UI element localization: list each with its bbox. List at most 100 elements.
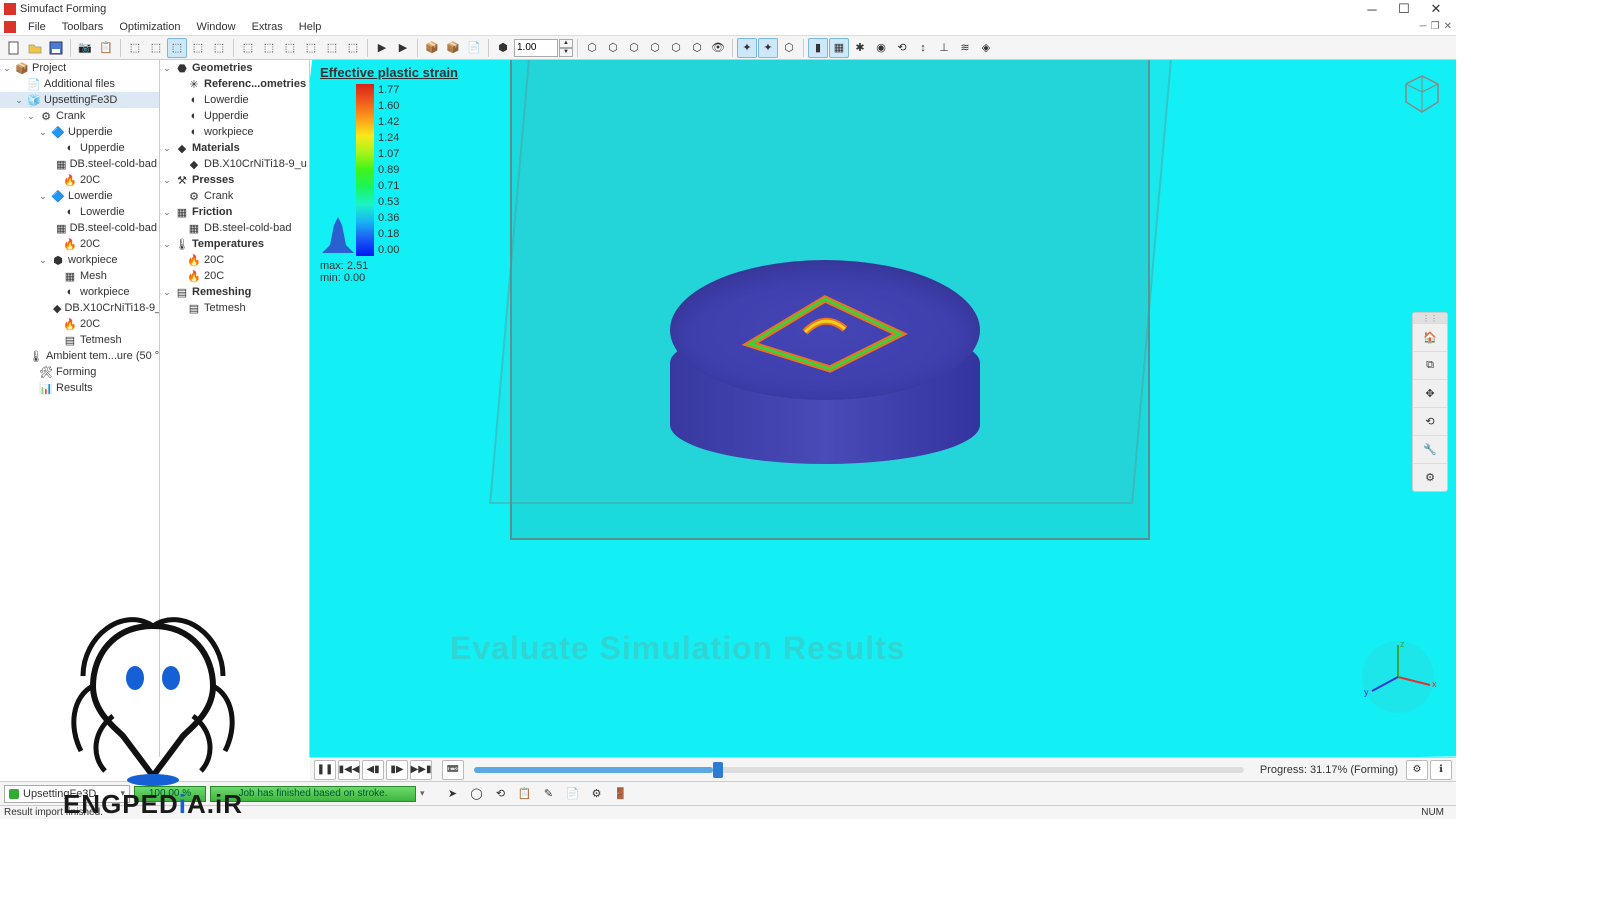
close-button[interactable]: ✕ (1420, 0, 1452, 18)
tree-item[interactable]: ◆DB.X10CrNiTi18-9_u (160, 156, 309, 172)
jb-exit-icon[interactable]: 🚪 (611, 784, 631, 804)
box-icon[interactable]: 📦 (422, 38, 442, 58)
tree-item[interactable]: ◐Lowerdie (0, 204, 159, 220)
result4-icon[interactable]: ◉ (871, 38, 891, 58)
menu-file[interactable]: File (20, 21, 54, 33)
menu-extras[interactable]: Extras (244, 21, 291, 33)
eye-icon[interactable]: 👁 (708, 38, 728, 58)
tree-item[interactable]: ▦Mesh (0, 268, 159, 284)
iso4-icon[interactable]: ⬡ (645, 38, 665, 58)
rotate-icon[interactable]: ⟲ (1413, 407, 1447, 435)
pick2-icon[interactable]: ✦ (758, 38, 778, 58)
save-button[interactable] (46, 38, 66, 58)
tree-item[interactable]: ▤Tetmesh (0, 332, 159, 348)
tool8-button[interactable]: ⬚ (280, 38, 300, 58)
tool7-button[interactable]: ⬚ (259, 38, 279, 58)
menu-window[interactable]: Window (188, 21, 243, 33)
maximize-button[interactable]: ☐ (1388, 0, 1420, 18)
tree-item[interactable]: ◐workpiece (0, 284, 159, 300)
tree-item[interactable]: ⌄⚒Presses (160, 172, 309, 188)
tree-item[interactable]: ⌄🔷Lowerdie (0, 188, 159, 204)
job-select[interactable]: UpsettingFe3D (4, 785, 130, 803)
iso3-icon[interactable]: ⬡ (624, 38, 644, 58)
viewport-3d[interactable]: Evaluate Simulation Results Effective pl… (310, 60, 1456, 757)
tree-item[interactable]: 📄Additional files (0, 76, 159, 92)
tree-item[interactable]: ⌄⬢workpiece (0, 252, 159, 268)
tree-item[interactable]: ⌄📦Project (0, 60, 159, 76)
result3-icon[interactable]: ✱ (850, 38, 870, 58)
toolbar-handle[interactable]: ⋮⋮ (1413, 313, 1447, 323)
iso6-icon[interactable]: ⬡ (687, 38, 707, 58)
jb1-icon[interactable]: ➤ (443, 784, 463, 804)
tree-item[interactable]: ◐Upperdie (0, 140, 159, 156)
open-button[interactable] (25, 38, 45, 58)
tool3-button[interactable]: ⬚ (167, 38, 187, 58)
tree-item[interactable]: 🔥20C (0, 236, 159, 252)
result8-icon[interactable]: ≋ (955, 38, 975, 58)
tree-item[interactable]: 🔥20C (160, 252, 309, 268)
tree-item[interactable]: ✳Referenc...ometries (160, 76, 309, 92)
minimize-button[interactable]: ─ (1356, 0, 1388, 18)
result1-icon[interactable]: ▮ (808, 38, 828, 58)
jb-gear-icon[interactable]: ⚙ (587, 784, 607, 804)
iso5-icon[interactable]: ⬡ (666, 38, 686, 58)
iso2-icon[interactable]: ⬡ (603, 38, 623, 58)
iso1-icon[interactable]: ⬡ (582, 38, 602, 58)
zoom-input[interactable] (514, 39, 558, 57)
tree-item[interactable]: ⌄🔷Upperdie (0, 124, 159, 140)
tree-item[interactable]: ⚙Crank (160, 188, 309, 204)
tree-item[interactable]: ⌄◆Materials (160, 140, 309, 156)
tree-item[interactable]: ▦DB.steel-cold-bad (160, 220, 309, 236)
next-frame-button[interactable]: ▮▶ (386, 760, 408, 780)
tree-item[interactable]: ⌄▦Friction (160, 204, 309, 220)
tool9-button[interactable]: ⬚ (301, 38, 321, 58)
jb2-icon[interactable]: ◯ (467, 784, 487, 804)
menu-toolbars[interactable]: Toolbars (54, 21, 112, 33)
tool11-button[interactable]: ⬚ (343, 38, 363, 58)
tree-item[interactable]: 🛠Forming (0, 364, 159, 380)
gear-icon[interactable]: ⚙ (1406, 760, 1428, 780)
settings-icon[interactable]: ⚙ (1413, 463, 1447, 491)
tree-item[interactable]: ⌄🌡Temperatures (160, 236, 309, 252)
tree-item[interactable]: 📊Results (0, 380, 159, 396)
home-view-icon[interactable]: 🏠 (1413, 323, 1447, 351)
mdi-close[interactable]: ✕ (1444, 21, 1452, 32)
tree-item[interactable]: 🔥20C (0, 316, 159, 332)
tree-item[interactable]: ▤Tetmesh (160, 300, 309, 316)
wrench-icon[interactable]: 🔧 (1413, 435, 1447, 463)
tool5-button[interactable]: ⬚ (209, 38, 229, 58)
pause-button[interactable]: ❚❚ (314, 760, 336, 780)
tree-item[interactable]: 🔥20C (0, 172, 159, 188)
result6-icon[interactable]: ↕ (913, 38, 933, 58)
tree-item[interactable]: 🌡Ambient tem...ure (50 °C) (0, 348, 159, 364)
zoom-spinner[interactable]: ▲▼ (559, 39, 573, 57)
prev-frame-button[interactable]: ◀▮ (362, 760, 384, 780)
project-tree[interactable]: ⌄📦Project📄Additional files⌄🧊UpsettingFe3… (0, 60, 160, 757)
report-button[interactable]: 📋 (96, 38, 116, 58)
info-icon[interactable]: ℹ (1430, 760, 1452, 780)
tree-item[interactable]: ▦DB.steel-cold-bad (0, 156, 159, 172)
jb3-icon[interactable]: ⟲ (491, 784, 511, 804)
tree-item[interactable]: ◐Upperdie (160, 108, 309, 124)
result2-icon[interactable]: ▦ (829, 38, 849, 58)
tree-item[interactable]: ◐workpiece (160, 124, 309, 140)
menu-help[interactable]: Help (291, 21, 330, 33)
tool1-button[interactable]: ⬚ (125, 38, 145, 58)
jb4-icon[interactable]: 📋 (515, 784, 535, 804)
result9-icon[interactable]: ◈ (976, 38, 996, 58)
tree-item[interactable]: ⌄⬣Geometries (160, 60, 309, 76)
tree-item[interactable]: ◆DB.X10CrNiTi18-9_u (0, 300, 159, 316)
tree-item[interactable]: 🔥20C (160, 268, 309, 284)
sheet-icon[interactable]: 📄 (464, 38, 484, 58)
tree-item[interactable]: ⌄⚙Crank (0, 108, 159, 124)
record-button[interactable]: 📼 (442, 760, 464, 780)
tool4-button[interactable]: ⬚ (188, 38, 208, 58)
screenshot-button[interactable]: 📷 (75, 38, 95, 58)
navigation-cube-icon[interactable] (1400, 72, 1444, 116)
first-frame-button[interactable]: ▮◀◀ (338, 760, 360, 780)
last-frame-button[interactable]: ▶▶▮ (410, 760, 432, 780)
pick1-icon[interactable]: ✦ (737, 38, 757, 58)
jb5-icon[interactable]: ✎ (539, 784, 559, 804)
result7-icon[interactable]: ⊥ (934, 38, 954, 58)
mdi-minimize[interactable]: ─ (1420, 21, 1427, 32)
